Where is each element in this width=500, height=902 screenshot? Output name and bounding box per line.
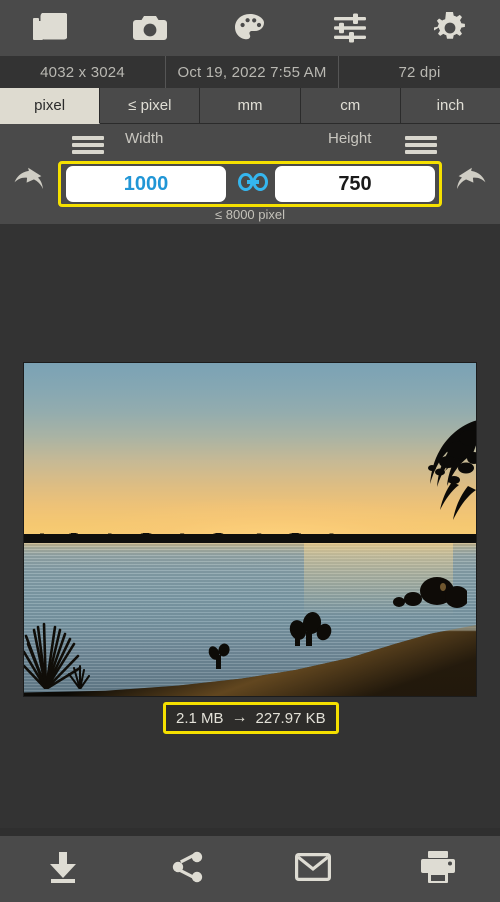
size-limit-hint: ≤ 8000 pixel bbox=[214, 207, 285, 222]
tab-cm[interactable]: cm bbox=[300, 88, 401, 124]
tab-mm[interactable]: mm bbox=[200, 88, 301, 124]
gallery-icon bbox=[33, 13, 67, 43]
app-root: 4032 x 3024 Oct 19, 2022 7:55 AM 72 dpi … bbox=[0, 0, 500, 902]
width-input-wrapper[interactable] bbox=[66, 166, 226, 202]
file-size-badge: 2.1 MB → 227.97 KB bbox=[163, 702, 339, 734]
camera-icon bbox=[133, 13, 167, 43]
settings-button[interactable] bbox=[400, 0, 500, 56]
download-icon bbox=[46, 850, 80, 889]
email-icon bbox=[294, 852, 331, 886]
tab-inch[interactable]: inch bbox=[400, 88, 500, 124]
bottom-toolbar bbox=[0, 836, 500, 902]
save-button[interactable] bbox=[0, 836, 125, 902]
share-button[interactable] bbox=[125, 836, 250, 902]
photo-prickly-pear-cactus bbox=[286, 610, 334, 647]
redo-arrow-icon bbox=[452, 167, 486, 202]
undo-arrow-icon bbox=[14, 167, 48, 202]
tab-max-pixel[interactable]: ≤ pixel bbox=[100, 88, 201, 124]
print-button[interactable] bbox=[375, 836, 500, 902]
bottom-divider bbox=[0, 828, 500, 836]
unit-tab-bar: pixel ≤ pixel mm cm inch bbox=[0, 88, 500, 124]
camera-button[interactable] bbox=[100, 0, 200, 56]
height-menu-icon[interactable] bbox=[405, 136, 437, 155]
photo-small-cactus bbox=[205, 643, 235, 670]
source-dimensions: 4032 x 3024 bbox=[40, 63, 125, 81]
photo-tree-silhouette bbox=[382, 410, 476, 540]
metadata-bar: 4032 x 3024 Oct 19, 2022 7:55 AM 72 dpi bbox=[0, 56, 500, 88]
tune-sliders-icon bbox=[334, 13, 366, 43]
width-label: Width bbox=[125, 130, 164, 147]
height-input-wrapper[interactable] bbox=[275, 166, 435, 202]
tab-pixel[interactable]: pixel bbox=[0, 88, 101, 124]
original-file-size: 2.1 MB bbox=[176, 709, 224, 727]
aspect-ratio-link-button[interactable] bbox=[233, 170, 273, 198]
height-label: Height bbox=[328, 130, 372, 147]
width-input[interactable] bbox=[66, 171, 226, 197]
gallery-button[interactable] bbox=[0, 0, 100, 56]
undo-button[interactable] bbox=[8, 162, 54, 206]
preview-canvas: 2.1 MB → 227.97 KB bbox=[0, 228, 500, 828]
gear-icon bbox=[434, 12, 466, 44]
dpi-value: 72 dpi bbox=[398, 63, 441, 81]
palette-icon bbox=[234, 13, 266, 43]
photo-yucca-plant bbox=[24, 594, 104, 691]
print-icon bbox=[420, 850, 455, 888]
email-button[interactable] bbox=[250, 836, 375, 902]
share-icon bbox=[172, 851, 204, 888]
image-preview[interactable] bbox=[23, 362, 477, 697]
adjust-button[interactable] bbox=[300, 0, 400, 56]
height-input[interactable] bbox=[275, 171, 435, 197]
photo-rocks bbox=[371, 571, 469, 609]
chain-link-icon bbox=[238, 172, 268, 197]
conversion-arrow-icon: → bbox=[231, 709, 248, 726]
width-menu-icon[interactable] bbox=[72, 136, 104, 155]
redo-button[interactable] bbox=[446, 162, 492, 206]
capture-date: Oct 19, 2022 7:55 AM bbox=[165, 56, 339, 88]
new-file-size: 227.97 KB bbox=[255, 709, 326, 727]
palette-button[interactable] bbox=[200, 0, 300, 56]
top-toolbar bbox=[0, 0, 500, 56]
